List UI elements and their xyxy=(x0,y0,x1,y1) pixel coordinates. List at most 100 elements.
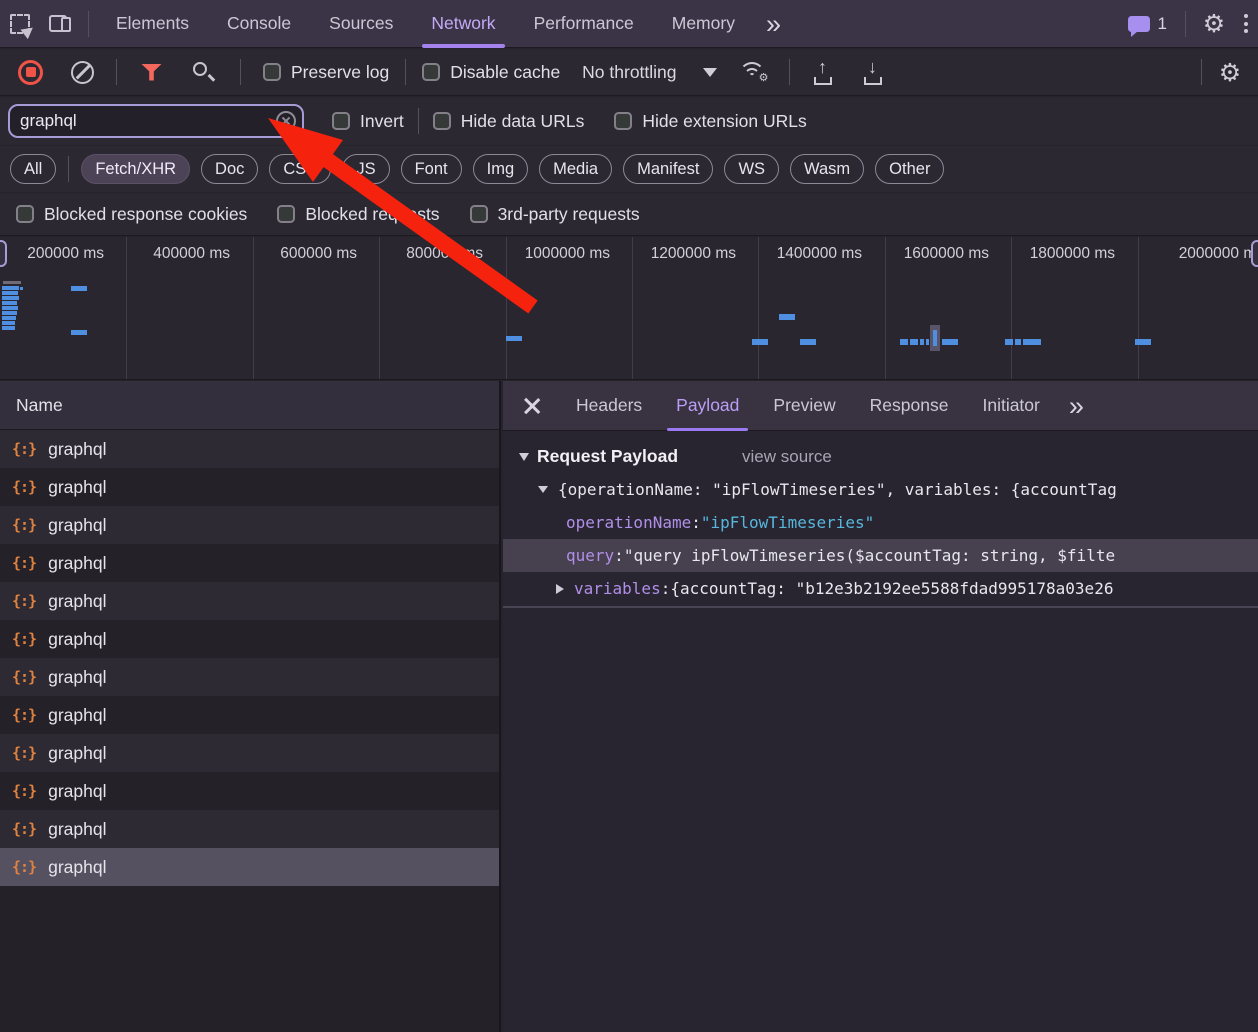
export-har-icon[interactable]: ↓ xyxy=(861,60,885,85)
throttling-dropdown[interactable]: No throttling xyxy=(582,62,716,83)
preserve-log-label[interactable]: Preserve log xyxy=(291,62,389,83)
filter-icon[interactable] xyxy=(141,64,162,81)
overview-left-handle[interactable] xyxy=(0,240,7,267)
view-source-link[interactable]: view source xyxy=(742,447,832,467)
request-row[interactable]: {:}graphql xyxy=(0,658,499,696)
type-filter-img[interactable]: Img xyxy=(473,154,529,184)
issues-counter[interactable]: 1 xyxy=(1128,14,1167,34)
json-key: query xyxy=(566,546,614,565)
collapse-triangle-icon[interactable] xyxy=(538,486,548,493)
clear-filter-icon[interactable] xyxy=(276,111,296,131)
type-filter-js[interactable]: JS xyxy=(342,154,389,184)
expand-triangle-icon[interactable] xyxy=(556,584,564,594)
network-conditions-icon[interactable]: ⚙ xyxy=(737,60,767,84)
request-payload-section[interactable]: Request Payload view source xyxy=(503,440,1258,473)
more-detail-tabs-icon[interactable]: » xyxy=(1057,386,1096,426)
record-network-log-icon[interactable] xyxy=(18,60,43,85)
inspect-element-icon[interactable] xyxy=(0,4,40,44)
payload-row-query-selected[interactable]: query: "query ipFlowTimeseries($accountT… xyxy=(503,539,1258,572)
detail-tab-headers[interactable]: Headers xyxy=(559,381,659,431)
payload-row-variables[interactable]: variables: {accountTag: "b12e3b2192ee558… xyxy=(503,572,1258,605)
request-row[interactable]: {:}graphql xyxy=(0,810,499,848)
tab-performance[interactable]: Performance xyxy=(515,0,653,48)
network-settings-gear-icon[interactable]: ⚙ xyxy=(1210,52,1250,92)
hide-data-urls-label[interactable]: Hide data URLs xyxy=(461,111,585,132)
preserve-log-checkbox[interactable] xyxy=(263,63,281,81)
request-row[interactable]: {:}graphql xyxy=(0,734,499,772)
detail-tab-preview[interactable]: Preview xyxy=(756,381,852,431)
type-filter-font[interactable]: Font xyxy=(401,154,462,184)
detail-tab-payload[interactable]: Payload xyxy=(659,381,756,431)
request-name: graphql xyxy=(48,591,106,612)
more-tabs-icon[interactable]: » xyxy=(754,4,793,44)
blocked-response-cookies-label[interactable]: Blocked response cookies xyxy=(44,204,247,225)
hide-extension-urls-label[interactable]: Hide extension URLs xyxy=(642,111,806,132)
hide-data-urls-checkbox[interactable] xyxy=(433,112,451,130)
name-column-header[interactable]: Name xyxy=(0,381,499,430)
tab-memory[interactable]: Memory xyxy=(653,0,754,48)
detail-tab-initiator[interactable]: Initiator xyxy=(965,381,1056,431)
type-filter-doc[interactable]: Doc xyxy=(201,154,258,184)
request-row[interactable]: {:}graphql xyxy=(0,620,499,658)
request-row[interactable]: {:}graphql xyxy=(0,468,499,506)
import-har-icon[interactable]: ↑ xyxy=(811,60,835,85)
request-row[interactable]: {:}graphql xyxy=(0,772,499,810)
detail-tab-bar: Headers Payload Preview Response Initiat… xyxy=(503,381,1258,431)
waterfall-bar xyxy=(2,326,15,330)
clear-network-log-icon[interactable] xyxy=(71,61,94,84)
kebab-menu-icon[interactable] xyxy=(1234,8,1258,39)
type-filter-wasm[interactable]: Wasm xyxy=(790,154,864,184)
overview-right-handle[interactable] xyxy=(1251,240,1258,267)
fetch-xhr-icon: {:} xyxy=(12,782,36,800)
request-row[interactable]: {:}graphql xyxy=(0,582,499,620)
waterfall-bar xyxy=(2,301,17,305)
fetch-xhr-icon: {:} xyxy=(12,668,36,686)
divider xyxy=(1185,11,1186,37)
tab-elements[interactable]: Elements xyxy=(97,0,208,48)
fetch-xhr-icon: {:} xyxy=(12,516,36,534)
type-filter-ws[interactable]: WS xyxy=(724,154,779,184)
network-overview-timeline[interactable]: 200000 ms400000 ms600000 ms800000 ms1000… xyxy=(0,237,1258,380)
payload-row-operation-name[interactable]: operationName: "ipFlowTimeseries" xyxy=(503,506,1258,539)
timeline-tick-label: 1000000 ms xyxy=(506,237,632,271)
blocked-requests-label[interactable]: Blocked requests xyxy=(305,204,439,225)
type-filter-manifest[interactable]: Manifest xyxy=(623,154,713,184)
fetch-xhr-icon: {:} xyxy=(12,478,36,496)
settings-gear-icon[interactable]: ⚙ xyxy=(1194,4,1234,44)
type-filter-css[interactable]: CSS xyxy=(269,154,331,184)
third-party-requests-label[interactable]: 3rd-party requests xyxy=(498,204,640,225)
third-party-requests-checkbox[interactable] xyxy=(470,205,488,223)
waterfall-bar xyxy=(752,339,768,345)
search-icon[interactable] xyxy=(192,61,214,83)
filter-input[interactable] xyxy=(10,111,250,131)
request-row[interactable]: {:}graphql xyxy=(0,544,499,582)
tab-network[interactable]: Network xyxy=(412,0,514,48)
close-icon[interactable] xyxy=(523,397,541,415)
invert-checkbox[interactable] xyxy=(332,112,350,130)
payload-preview-row[interactable]: {operationName: "ipFlowTimeseries", vari… xyxy=(503,473,1258,506)
disable-cache-checkbox[interactable] xyxy=(422,63,440,81)
divider xyxy=(503,606,1258,608)
divider xyxy=(116,59,117,85)
request-row[interactable]: {:}graphql xyxy=(0,506,499,544)
blocked-requests-checkbox[interactable] xyxy=(277,205,295,223)
device-toolbar-icon[interactable] xyxy=(40,4,80,44)
collapse-triangle-icon[interactable] xyxy=(519,453,529,461)
waterfall-bar xyxy=(942,339,958,345)
request-row[interactable]: {:}graphql xyxy=(0,848,499,886)
request-name: graphql xyxy=(48,705,106,726)
disable-cache-label[interactable]: Disable cache xyxy=(450,62,560,83)
request-row[interactable]: {:}graphql xyxy=(0,696,499,734)
blocked-response-cookies-checkbox[interactable] xyxy=(16,205,34,223)
request-row[interactable]: {:}graphql xyxy=(0,430,499,468)
requests-panel: Name {:}graphql{:}graphql{:}graphql{:}gr… xyxy=(0,381,501,1032)
hide-extension-urls-checkbox[interactable] xyxy=(614,112,632,130)
tab-console[interactable]: Console xyxy=(208,0,310,48)
detail-tab-response[interactable]: Response xyxy=(853,381,966,431)
type-filter-media[interactable]: Media xyxy=(539,154,612,184)
tab-sources[interactable]: Sources xyxy=(310,0,412,48)
type-filter-other[interactable]: Other xyxy=(875,154,944,184)
type-filter-all[interactable]: All xyxy=(10,154,56,184)
invert-label[interactable]: Invert xyxy=(360,111,404,132)
type-filter-fetch-xhr[interactable]: Fetch/XHR xyxy=(81,154,190,184)
